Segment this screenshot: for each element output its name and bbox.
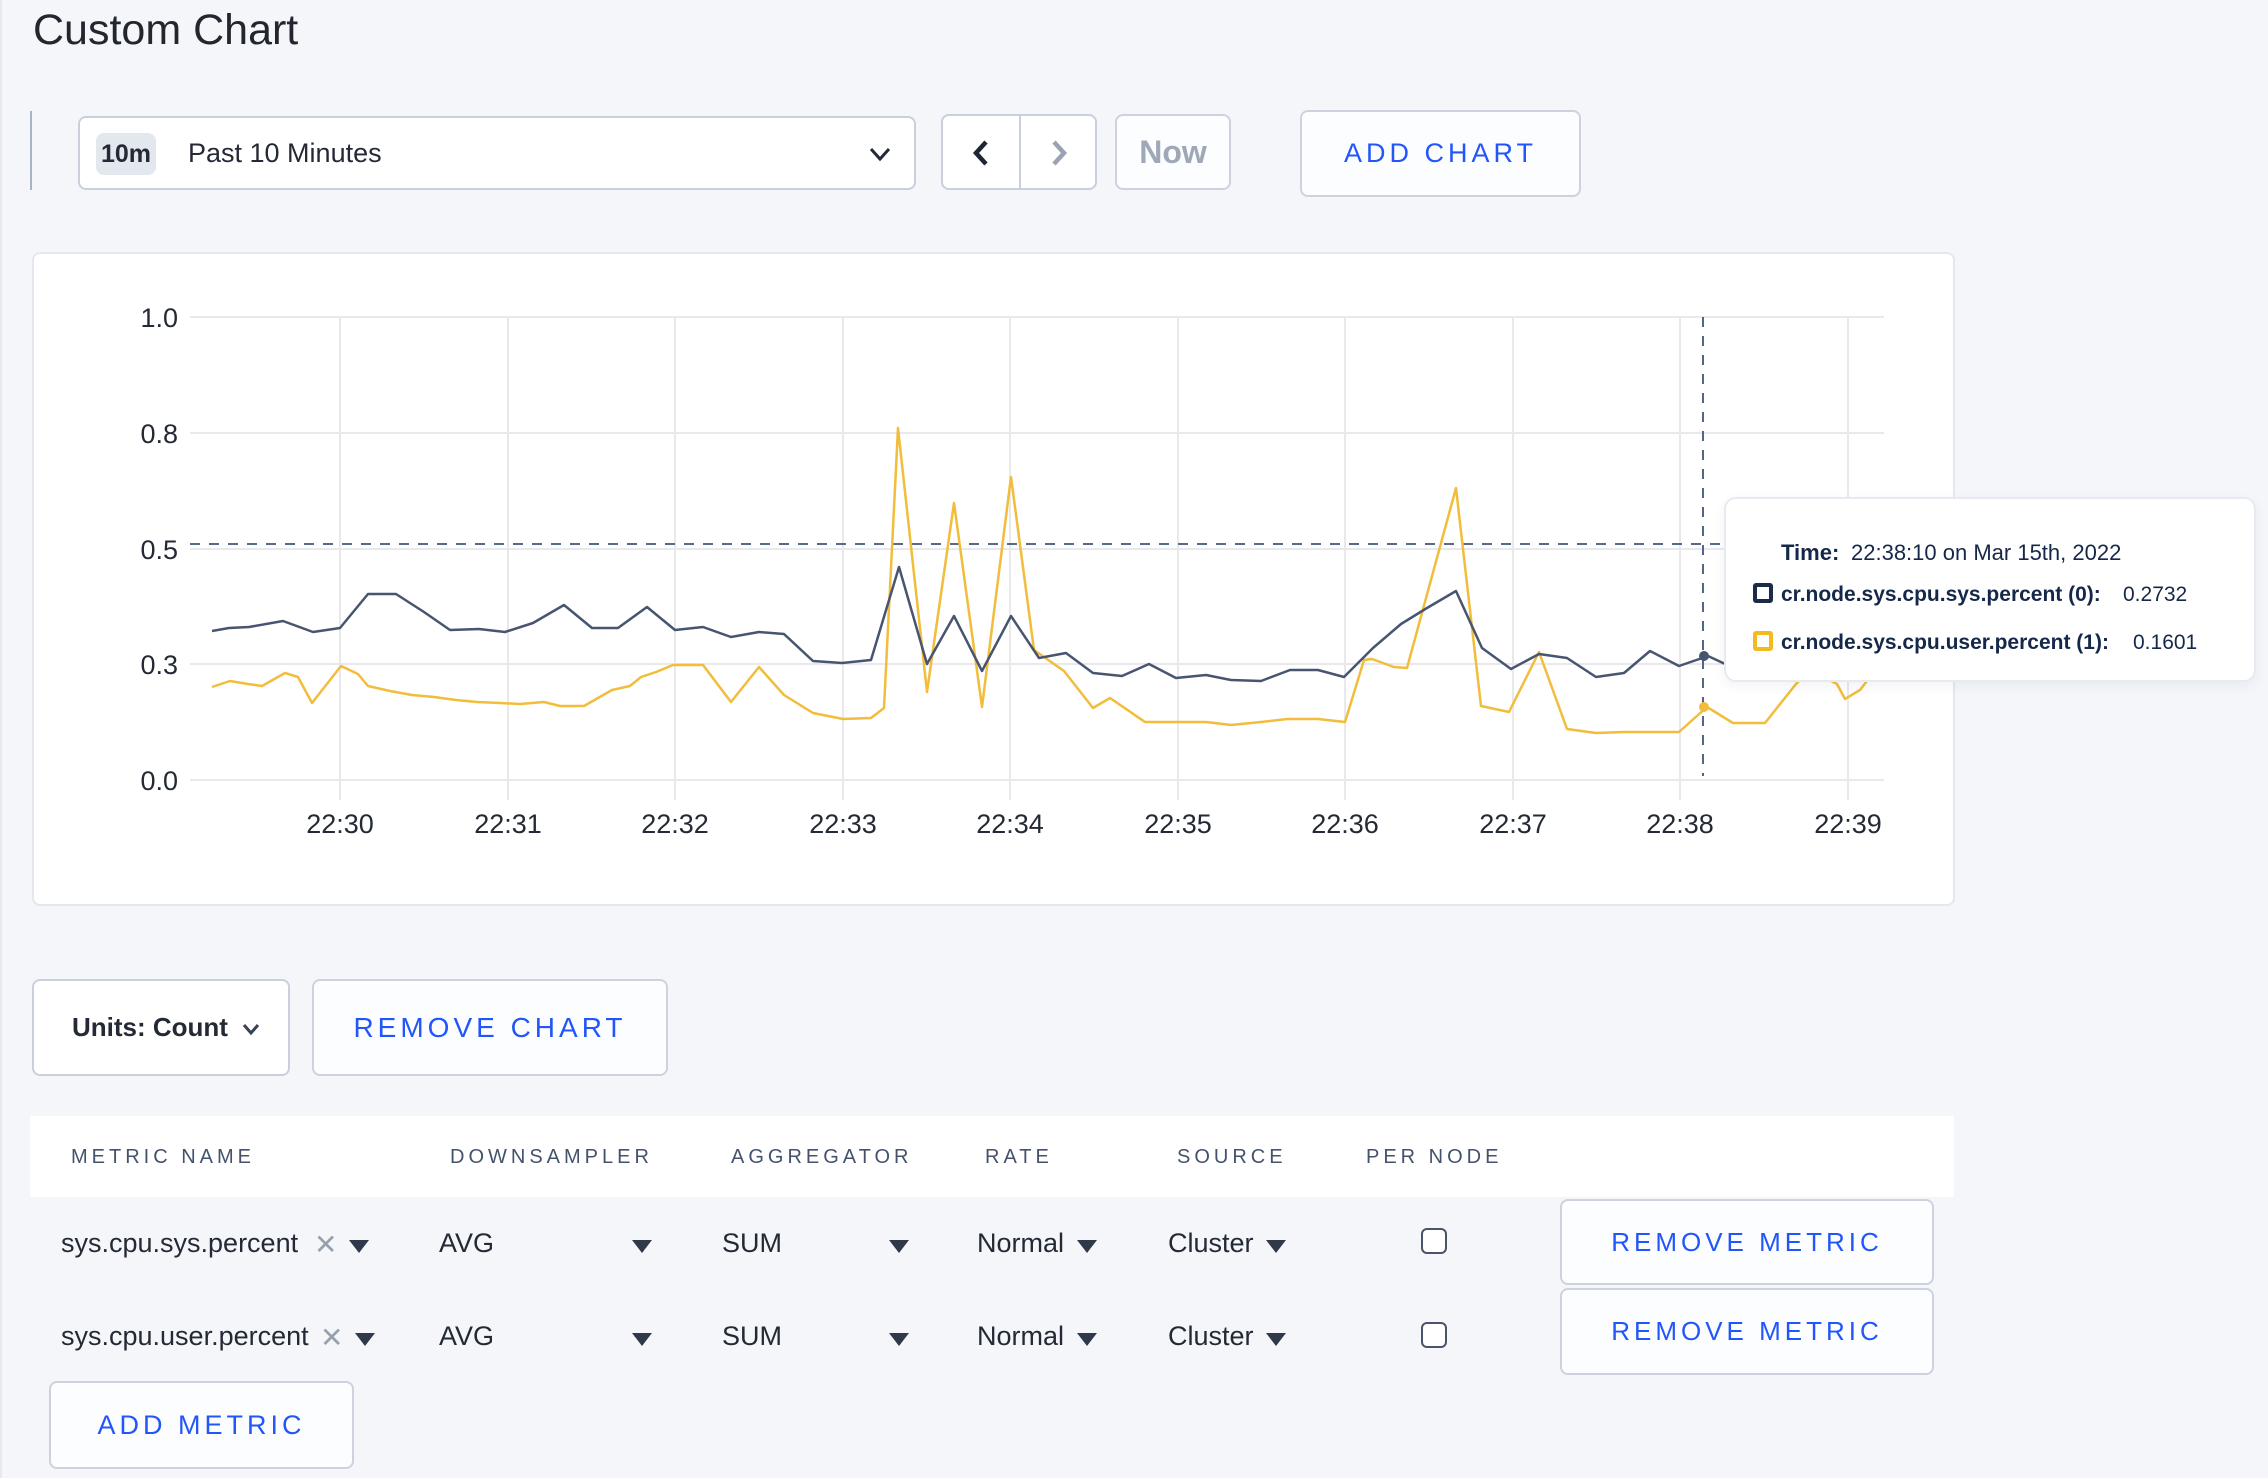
svg-text:22:30: 22:30 <box>306 809 374 839</box>
svg-text:22:33: 22:33 <box>809 809 877 839</box>
svg-text:0.8: 0.8 <box>140 419 178 449</box>
svg-text:22:35: 22:35 <box>1144 809 1212 839</box>
svg-text:22:38: 22:38 <box>1646 809 1714 839</box>
svg-text:22:31: 22:31 <box>474 809 542 839</box>
svg-text:0.0: 0.0 <box>140 766 178 796</box>
svg-text:22:32: 22:32 <box>641 809 709 839</box>
svg-text:1.0: 1.0 <box>140 303 178 333</box>
svg-text:22:36: 22:36 <box>1311 809 1379 839</box>
svg-text:22:34: 22:34 <box>976 809 1044 839</box>
svg-text:22:39: 22:39 <box>1814 809 1882 839</box>
svg-text:22:37: 22:37 <box>1479 809 1547 839</box>
svg-text:0.5: 0.5 <box>140 535 178 565</box>
svg-text:0.3: 0.3 <box>140 650 178 680</box>
